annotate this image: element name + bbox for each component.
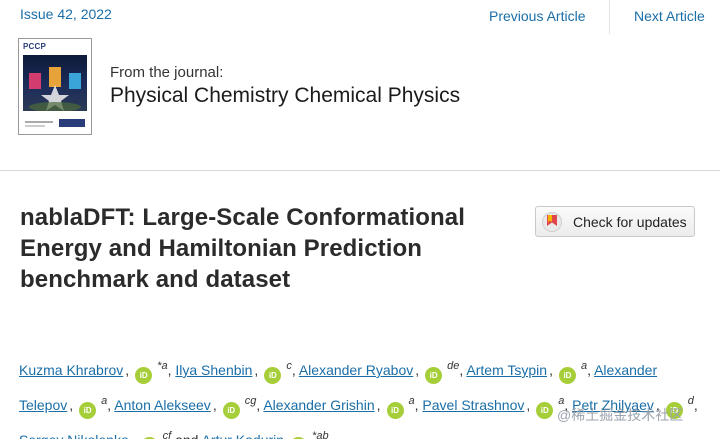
author-name-link[interactable]: Alexander Ryabov (299, 362, 413, 378)
author-separator: , (125, 362, 130, 378)
author-name-link[interactable]: Alexander Grishin (263, 397, 374, 413)
author-separator: , (526, 397, 531, 413)
author-separator: , (291, 362, 296, 378)
author-name-link[interactable]: Anton Alekseev (114, 397, 211, 413)
orcid-icon[interactable]: iD (386, 402, 404, 419)
cover-footer (23, 115, 87, 131)
author-separator: , (693, 397, 698, 413)
affiliation-marker: *ab (312, 430, 329, 439)
author-entry: Artur KaduriniD*ab (202, 430, 329, 439)
affiliation-marker: de (447, 360, 460, 372)
author-separator: , (587, 362, 591, 378)
author-entry: Artem Tsypin, iDa (466, 360, 587, 384)
author-separator: , (414, 397, 419, 413)
author-entry: Sergey Nikolenko,iDcf (19, 430, 172, 439)
author-separator: , (107, 397, 112, 413)
next-article-link[interactable]: Next Article (634, 8, 705, 24)
section-divider (0, 170, 720, 171)
top-bar: Issue 42, 2022 Previous Article Next Art… (0, 0, 720, 34)
author-separator: , (212, 397, 217, 413)
orcid-icon[interactable]: iD (558, 367, 576, 384)
author-name-link[interactable]: Pavel Strashnov (422, 397, 524, 413)
journal-name-link[interactable]: Physical Chemistry Chemical Physics (110, 84, 460, 108)
orcid-icon[interactable]: iD (79, 402, 97, 419)
author-separator: , (459, 362, 464, 378)
orcid-icon[interactable]: iD (222, 402, 240, 419)
author-separator: , (376, 397, 381, 413)
publisher-logo-icon (25, 119, 85, 127)
author-entry: Alexander Ryabov, iD de (299, 360, 460, 384)
author-entry: Alexander Grishin, iDa (263, 395, 415, 419)
author-name-link[interactable]: Artem Tsypin (466, 362, 547, 378)
previous-article-link[interactable]: Previous Article (489, 8, 585, 24)
author-separator: , (549, 362, 553, 378)
author-name-link[interactable]: Ilya Shenbin (175, 362, 252, 378)
article-title: nablaDFT: Large-Scale Conformational Ene… (20, 204, 465, 293)
author-entry: Ilya Shenbin, iDc (175, 360, 292, 384)
author-entry: Anton Alekseev, iD cg (114, 395, 257, 419)
orcid-icon[interactable]: iD (425, 367, 443, 384)
affiliation-marker: cf (162, 430, 172, 439)
author-name-link[interactable]: Sergey Nikolenko (19, 432, 129, 439)
author-separator: , (131, 432, 135, 439)
cover-artwork (23, 55, 87, 112)
nav-divider (609, 0, 610, 34)
author-separator: , (415, 362, 420, 378)
author-separator: , (256, 397, 261, 413)
author-list: Kuzma Khrabrov, iD*a, Ilya Shenbin, iDc, A… (19, 351, 709, 439)
check-for-updates-label: Check for updates (573, 214, 687, 230)
crossmark-icon (542, 212, 562, 232)
author-separator: , (254, 362, 259, 378)
author-and-text: and (175, 432, 198, 439)
author-entry: Pavel Strashnov, iDa (422, 395, 564, 419)
affiliation-marker: cg (244, 395, 257, 407)
cover-artwork-graphic (29, 67, 81, 112)
check-for-updates-button[interactable]: Check for updates (535, 206, 695, 237)
author-separator: , (167, 362, 172, 378)
cover-title: PCCP (23, 42, 47, 51)
orcid-icon[interactable]: iD (135, 367, 153, 384)
orcid-icon[interactable]: iD (264, 367, 282, 384)
author-name-link[interactable]: Artur Kadurin (202, 432, 284, 439)
journal-from-label: From the journal: (110, 64, 224, 81)
orcid-icon[interactable]: iD (536, 402, 554, 419)
watermark-text: @稀土掘金技术社区 (557, 407, 684, 423)
author-name-link[interactable]: Kuzma Khrabrov (19, 362, 123, 378)
author-entry: Kuzma Khrabrov, iD *a (19, 360, 168, 384)
author-separator: , (69, 397, 74, 413)
issue-link[interactable]: Issue 42, 2022 (20, 6, 112, 22)
journal-cover-image[interactable]: PCCP (18, 38, 92, 135)
affiliation-marker: *a (157, 360, 168, 372)
